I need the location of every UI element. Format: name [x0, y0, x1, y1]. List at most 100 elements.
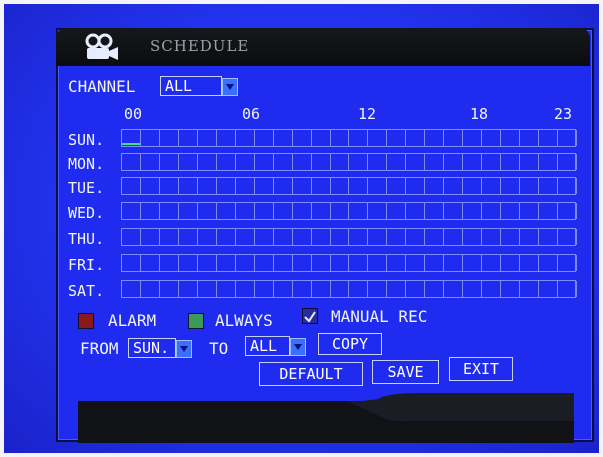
schedule-cell[interactable] [274, 229, 293, 245]
schedule-cell[interactable] [179, 154, 198, 170]
schedule-cell[interactable] [520, 154, 540, 170]
from-dropdown-icon[interactable] [176, 340, 192, 358]
schedule-cell[interactable] [425, 154, 445, 170]
schedule-cell[interactable] [482, 281, 502, 297]
save-button[interactable]: SAVE [372, 360, 439, 384]
schedule-cell[interactable] [217, 281, 236, 297]
schedule-cell[interactable] [463, 281, 483, 297]
schedule-cell[interactable] [198, 203, 217, 219]
schedule-cell[interactable] [482, 229, 502, 245]
schedule-cell[interactable] [350, 255, 369, 271]
schedule-cell[interactable] [539, 255, 559, 271]
schedule-cell[interactable] [255, 229, 274, 245]
schedule-cell[interactable] [274, 178, 293, 194]
schedule-cell[interactable] [463, 130, 483, 146]
schedule-cell[interactable] [293, 178, 312, 194]
schedule-cell[interactable] [387, 130, 407, 146]
schedule-cell[interactable] [425, 130, 445, 146]
schedule-cell[interactable] [444, 130, 464, 146]
schedule-cell[interactable] [520, 130, 540, 146]
schedule-cell[interactable] [558, 130, 577, 146]
schedule-cell[interactable] [368, 255, 388, 271]
schedule-cell[interactable] [236, 229, 255, 245]
schedule-cell[interactable] [274, 281, 293, 297]
schedule-cell[interactable] [198, 229, 217, 245]
schedule-cell[interactable] [293, 229, 312, 245]
schedule-cell[interactable] [141, 255, 160, 271]
schedule-cell[interactable] [331, 229, 350, 245]
manual-rec-checkbox[interactable] [302, 308, 318, 324]
schedule-cell[interactable] [122, 255, 141, 271]
schedule-cell[interactable] [255, 281, 274, 297]
schedule-cell[interactable] [236, 203, 255, 219]
schedule-cell[interactable] [312, 130, 331, 146]
schedule-cell[interactable] [160, 203, 179, 219]
schedule-cell[interactable] [463, 255, 483, 271]
schedule-cell[interactable] [141, 154, 160, 170]
schedule-cell[interactable] [501, 281, 521, 297]
schedule-cell[interactable] [501, 154, 521, 170]
schedule-cell[interactable] [217, 255, 236, 271]
schedule-cell[interactable] [501, 178, 521, 194]
schedule-cell[interactable] [463, 229, 483, 245]
schedule-cell[interactable] [236, 255, 255, 271]
schedule-cell[interactable] [425, 255, 445, 271]
schedule-cell[interactable] [160, 178, 179, 194]
schedule-cell[interactable] [482, 255, 502, 271]
schedule-cell[interactable] [141, 178, 160, 194]
default-button[interactable]: DEFAULT [259, 362, 363, 386]
schedule-cell[interactable] [255, 178, 274, 194]
schedule-cell[interactable] [217, 203, 236, 219]
schedule-cell[interactable] [122, 178, 141, 194]
schedule-cell[interactable] [558, 203, 577, 219]
schedule-cell[interactable] [255, 203, 274, 219]
schedule-cell[interactable] [368, 203, 388, 219]
schedule-cell[interactable] [444, 178, 464, 194]
schedule-cell[interactable] [312, 229, 331, 245]
schedule-cell[interactable] [482, 154, 502, 170]
schedule-cell[interactable] [160, 281, 179, 297]
schedule-cell[interactable] [539, 178, 559, 194]
schedule-cell[interactable] [520, 281, 540, 297]
schedule-cell[interactable] [350, 178, 369, 194]
schedule-cell[interactable] [406, 203, 426, 219]
schedule-cell[interactable] [558, 229, 577, 245]
schedule-cell[interactable] [255, 154, 274, 170]
schedule-cell[interactable] [520, 203, 540, 219]
schedule-cell[interactable] [425, 203, 445, 219]
schedule-cell[interactable] [122, 281, 141, 297]
schedule-cell[interactable] [331, 281, 350, 297]
schedule-cell[interactable] [198, 154, 217, 170]
schedule-cell[interactable] [558, 255, 577, 271]
schedule-cell[interactable] [217, 154, 236, 170]
schedule-cell[interactable] [331, 154, 350, 170]
schedule-cell[interactable] [501, 203, 521, 219]
schedule-cell[interactable] [122, 154, 141, 170]
schedule-cell[interactable] [312, 255, 331, 271]
schedule-cell[interactable] [141, 229, 160, 245]
schedule-cell[interactable] [406, 281, 426, 297]
schedule-cell[interactable] [558, 281, 577, 297]
schedule-cell[interactable] [217, 229, 236, 245]
schedule-cell[interactable] [520, 229, 540, 245]
schedule-cell[interactable] [539, 154, 559, 170]
schedule-cell[interactable] [350, 154, 369, 170]
schedule-cell[interactable] [463, 154, 483, 170]
schedule-cell[interactable] [141, 281, 160, 297]
schedule-cell[interactable] [293, 281, 312, 297]
schedule-cell[interactable] [444, 281, 464, 297]
schedule-cell[interactable] [122, 203, 141, 219]
schedule-cell[interactable] [539, 281, 559, 297]
to-dropdown-icon[interactable] [290, 338, 306, 356]
schedule-cell[interactable] [236, 178, 255, 194]
schedule-cell[interactable] [444, 203, 464, 219]
schedule-cell[interactable] [331, 255, 350, 271]
schedule-cell[interactable] [368, 178, 388, 194]
schedule-cell[interactable] [406, 154, 426, 170]
schedule-cell[interactable] [501, 229, 521, 245]
schedule-cell[interactable] [539, 229, 559, 245]
schedule-cell[interactable] [482, 178, 502, 194]
schedule-cell[interactable] [217, 130, 236, 146]
schedule-cell[interactable] [179, 178, 198, 194]
schedule-cell[interactable] [331, 203, 350, 219]
